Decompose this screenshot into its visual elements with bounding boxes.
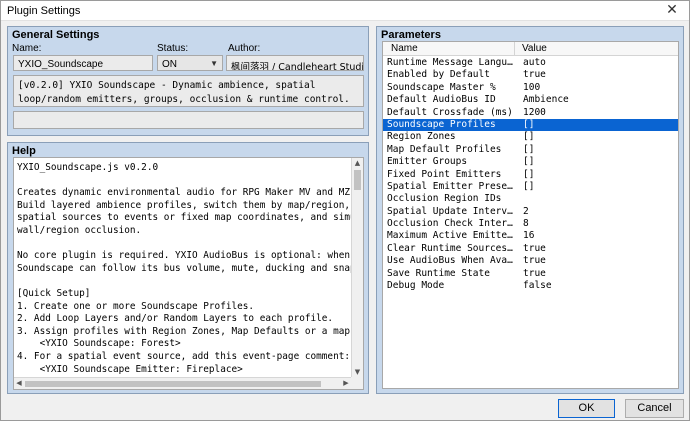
parameter-value: []	[523, 143, 535, 155]
parameter-name: Emitter Groups	[387, 156, 468, 168]
table-row[interactable]: Maximum Active Emitters 16	[383, 230, 678, 242]
parameter-name: Spatial Update Interval	[387, 205, 515, 217]
table-row[interactable]: Soundscape Profiles []	[383, 118, 678, 132]
parameter-name: Occlusion Region IDs	[387, 193, 502, 205]
parameters-panel: Parameters Name Value Runtime Message La…	[376, 26, 684, 394]
parameter-name: Use AudioBus When Availa…	[387, 255, 515, 267]
scroll-thumb[interactable]	[354, 170, 361, 190]
help-title: Help	[12, 145, 36, 157]
parameter-name: Maximum Active Emitters	[387, 230, 515, 242]
status-label: Status:	[157, 43, 189, 54]
parameter-name: Soundscape Master %	[387, 81, 496, 93]
parameter-name: Runtime Message Language	[387, 57, 515, 68]
parameter-name: Clear Runtime Sources on…	[387, 242, 515, 254]
parameter-value: false	[523, 280, 552, 292]
empty-field[interactable]	[13, 111, 364, 129]
parameter-rows: Runtime Message Language auto Enabled by D…	[383, 57, 678, 292]
parameter-name: Region Zones	[387, 131, 456, 143]
parameter-name: Default Crossfade (ms)	[387, 106, 513, 118]
parameter-name: Debug Mode	[387, 280, 445, 292]
author-field[interactable]: 枫间落羽 / Candleheart Studio	[226, 55, 364, 71]
table-row[interactable]: Spatial Update Interval 2	[383, 206, 678, 218]
table-row[interactable]: Enabled by Default true	[383, 69, 678, 81]
parameter-value: 2	[523, 205, 529, 217]
ok-button[interactable]: OK	[558, 399, 615, 418]
parameter-name: Soundscape Profiles	[387, 118, 496, 130]
help-vertical-scrollbar[interactable]: ▲ ▼	[351, 158, 363, 377]
close-icon[interactable]: ✕	[659, 2, 685, 20]
help-text-area[interactable]: YXIO_Soundscape.js v0.2.0 Creates dynami…	[13, 157, 364, 390]
parameter-name: Save Runtime State	[387, 267, 490, 279]
parameter-name: Default AudioBus ID	[387, 94, 496, 106]
table-row[interactable]: Occlusion Region IDs	[383, 193, 678, 205]
table-row[interactable]: Default AudioBus ID Ambience	[383, 94, 678, 106]
help-panel: Help YXIO_Soundscape.js v0.2.0 Creates d…	[7, 142, 369, 394]
parameter-value: 1200	[523, 106, 546, 118]
parameter-value: true	[523, 255, 546, 267]
parameter-value: 100	[523, 81, 541, 93]
chevron-down-icon: ▼	[210, 59, 218, 68]
window-title: Plugin Settings	[7, 5, 81, 17]
parameter-value: []	[523, 131, 535, 143]
scroll-thumb-horizontal[interactable]	[25, 381, 321, 387]
table-header: Name Value	[383, 42, 678, 56]
name-field[interactable]: YXIO_Soundscape	[13, 55, 153, 71]
parameter-name: Spatial Emitter Presets	[387, 180, 515, 192]
table-row[interactable]: Emitter Groups []	[383, 156, 678, 168]
scroll-right-icon[interactable]: ▶	[341, 378, 351, 389]
table-row[interactable]: Save Runtime State true	[383, 268, 678, 280]
table-row[interactable]: Runtime Message Language auto	[383, 57, 678, 69]
parameter-name: Occlusion Check Interval	[387, 218, 515, 230]
column-header-name[interactable]: Name	[391, 43, 418, 54]
parameter-value: true	[523, 242, 546, 254]
parameter-value: 16	[523, 230, 535, 242]
column-separator	[514, 42, 515, 56]
table-row[interactable]: Default Crossfade (ms) 1200	[383, 107, 678, 119]
scroll-up-icon[interactable]: ▲	[352, 158, 363, 168]
general-settings-title: General Settings	[12, 29, 100, 41]
parameter-value: []	[523, 156, 535, 168]
parameter-name: Fixed Point Emitters	[387, 168, 502, 180]
parameter-name: Enabled by Default	[387, 69, 490, 81]
table-row[interactable]: Fixed Point Emitters []	[383, 169, 678, 181]
parameter-name: Map Default Profiles	[387, 143, 502, 155]
parameter-value: []	[523, 168, 535, 180]
parameter-value: true	[523, 267, 546, 279]
parameter-value: 8	[523, 218, 529, 230]
table-row[interactable]: Map Default Profiles []	[383, 144, 678, 156]
parameters-table: Name Value Runtime Message Language auto E…	[382, 41, 679, 389]
parameter-value: auto	[523, 57, 546, 68]
author-label: Author:	[228, 43, 261, 54]
parameter-value: []	[523, 180, 535, 192]
status-select[interactable]: ON ▼	[157, 55, 223, 71]
table-row[interactable]: Debug Mode false	[383, 280, 678, 292]
table-row[interactable]: Occlusion Check Interval 8	[383, 218, 678, 230]
parameter-value: []	[523, 118, 535, 130]
table-row[interactable]: Clear Runtime Sources on… true	[383, 243, 678, 255]
cancel-button[interactable]: Cancel	[625, 399, 684, 418]
table-row[interactable]: Spatial Emitter Presets []	[383, 181, 678, 193]
plugin-settings-window: Plugin Settings ✕ General Settings Name:…	[0, 0, 690, 421]
scroll-down-icon[interactable]: ▼	[352, 367, 363, 377]
help-text: YXIO_Soundscape.js v0.2.0 Creates dynami…	[17, 162, 363, 375]
name-label: Name:	[12, 43, 42, 54]
status-value: ON	[162, 59, 177, 70]
title-bar: Plugin Settings ✕	[1, 1, 689, 21]
parameters-title: Parameters	[381, 29, 441, 41]
table-row[interactable]: Use AudioBus When Availa… true	[383, 255, 678, 267]
help-horizontal-scrollbar[interactable]: ◀ ▶	[14, 377, 351, 389]
general-settings-panel: General Settings Name: YXIO_Soundscape S…	[7, 26, 369, 136]
parameter-value: true	[523, 69, 546, 81]
column-header-value[interactable]: Value	[522, 43, 547, 54]
table-row[interactable]: Soundscape Master % 100	[383, 82, 678, 94]
description-box[interactable]: [v0.2.0] YXIO Soundscape - Dynamic ambie…	[13, 75, 364, 107]
scroll-corner	[351, 377, 363, 389]
parameter-value: Ambience	[523, 94, 569, 106]
scroll-left-icon[interactable]: ◀	[14, 378, 24, 389]
table-row[interactable]: Region Zones []	[383, 131, 678, 143]
